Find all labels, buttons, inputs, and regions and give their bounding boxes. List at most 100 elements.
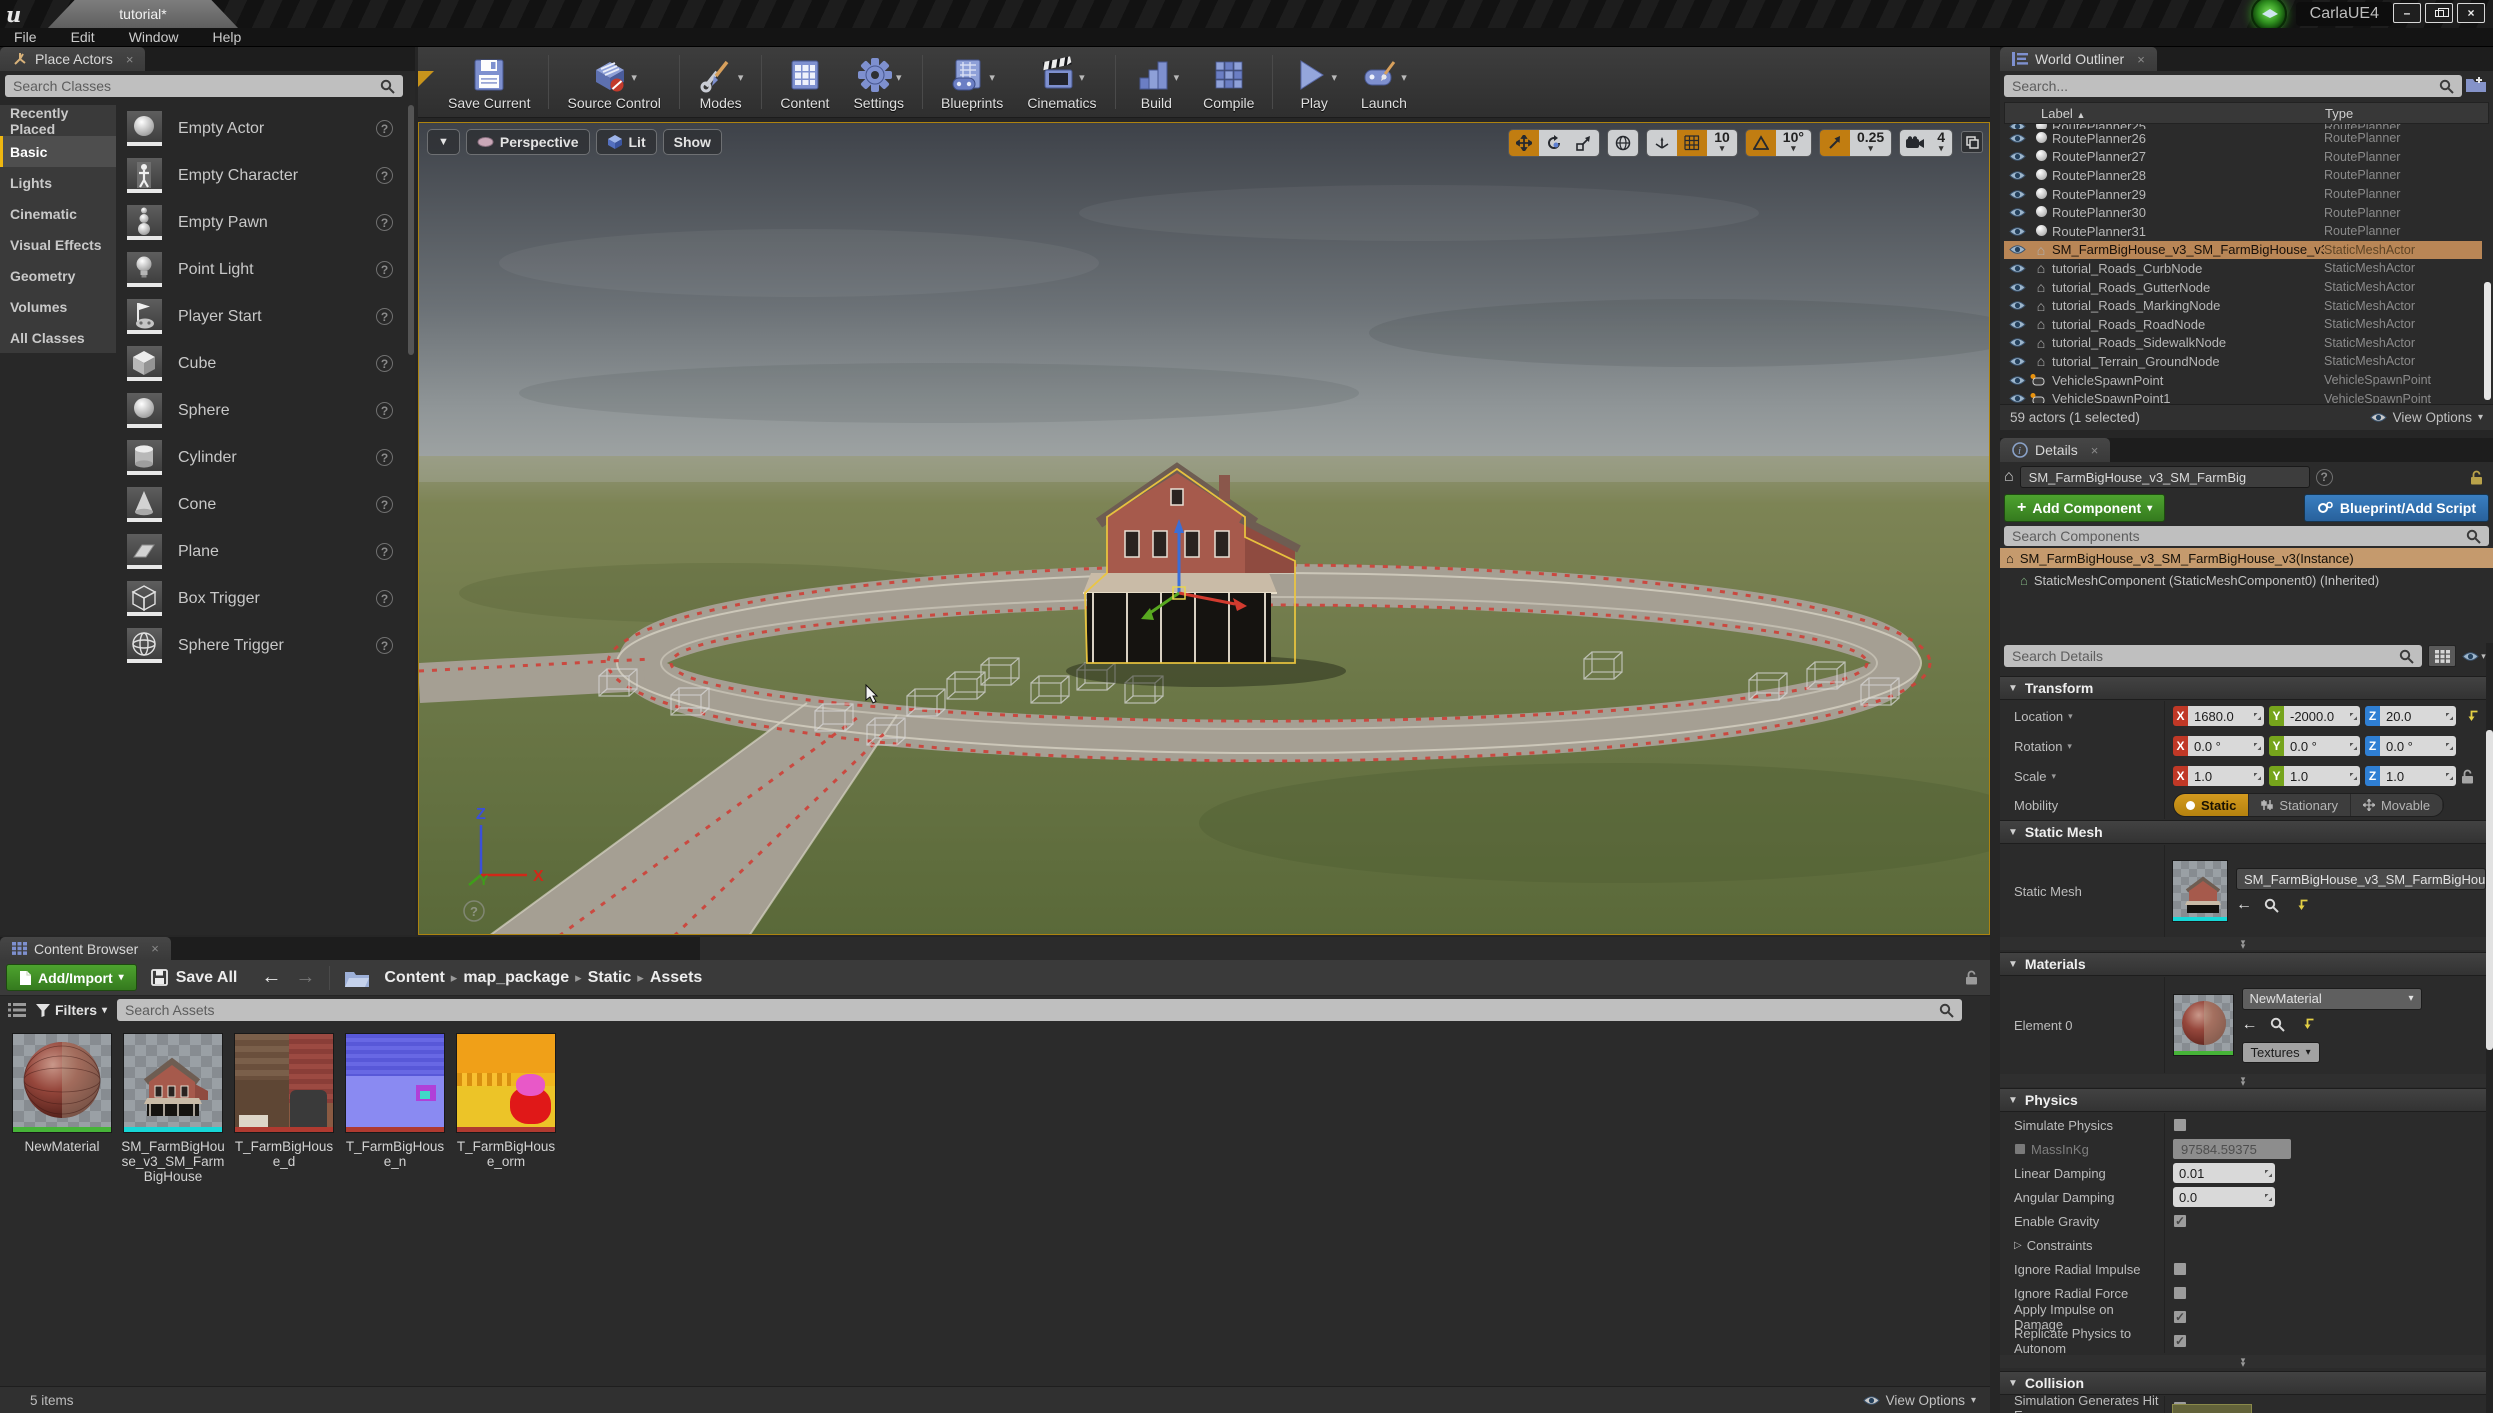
- grid-snap-toggle[interactable]: [1677, 130, 1707, 156]
- forward-button[interactable]: →: [295, 966, 315, 989]
- property-label[interactable]: Linear Damping: [2000, 1161, 2165, 1185]
- search-details-input[interactable]: Search Details: [2004, 645, 2422, 667]
- outliner-row-tutorial_roads_gutternode[interactable]: ⌂ tutorial_Roads_GutterNode StaticMeshAc…: [2004, 278, 2482, 297]
- menu-window[interactable]: Window: [129, 29, 179, 45]
- outliner-row-tutorial_roads_curbnode[interactable]: ⌂ tutorial_Roads_CurbNode StaticMeshActo…: [2004, 259, 2482, 278]
- scale-label[interactable]: Scale▾: [2000, 761, 2165, 791]
- material-thumbnail[interactable]: [2173, 994, 2234, 1056]
- restore-button[interactable]: [2425, 3, 2453, 23]
- visibility-eye-icon[interactable]: [2004, 151, 2030, 162]
- element-0-label[interactable]: Element 0: [2000, 977, 2165, 1073]
- visibility-eye-icon[interactable]: [2004, 337, 2030, 348]
- menu-file[interactable]: File: [14, 29, 37, 45]
- category-visual-effects[interactable]: Visual Effects: [0, 229, 116, 260]
- column-label[interactable]: Label: [2041, 106, 2073, 121]
- help-icon[interactable]: ?: [376, 590, 393, 607]
- mobility-movable-button[interactable]: Movable: [2351, 794, 2443, 816]
- toolbar-build-button[interactable]: ▾Build: [1122, 52, 1192, 113]
- help-icon[interactable]: ?: [376, 543, 393, 560]
- rotation-x-field[interactable]: X0.0 °: [2173, 736, 2264, 756]
- asset-t_farmbighouse_d[interactable]: T_FarmBigHouse_d: [234, 1033, 334, 1184]
- breadcrumb-content[interactable]: Content: [384, 969, 444, 987]
- reset-to-default-icon[interactable]: [2303, 1018, 2316, 1031]
- category-geometry[interactable]: Geometry: [0, 260, 116, 291]
- place-item-cylinder[interactable]: Cylinder ?: [117, 434, 407, 481]
- location-label[interactable]: Location▾: [2000, 701, 2165, 731]
- ignore-radial-impulse-checkbox[interactable]: [2173, 1262, 2187, 1276]
- outliner-row-routeplanner29[interactable]: RoutePlanner29 RoutePlanner: [2004, 185, 2482, 204]
- close-button[interactable]: ×: [2457, 3, 2485, 23]
- help-icon[interactable]: ?: [376, 637, 393, 654]
- tab-world-outliner[interactable]: World Outliner ×: [2000, 47, 2157, 71]
- rotation-z-field[interactable]: Z0.0 °: [2365, 736, 2456, 756]
- outliner-row-sm_farmbighouse_v3_sm_farmbighouse_v3[interactable]: ⌂ SM_FarmBigHouse_v3_SM_FarmBigHouse_v3 …: [2004, 241, 2482, 260]
- place-item-sphere-trigger[interactable]: Sphere Trigger ?: [117, 622, 407, 669]
- find-in-browser-icon[interactable]: [2270, 1017, 2285, 1032]
- linear-damping-field[interactable]: 0.01: [2173, 1163, 2275, 1183]
- outliner-row-vehiclespawnpoint[interactable]: VehicleSpawnPoint VehicleSpawnPoint: [2004, 371, 2482, 390]
- scale-x-field[interactable]: X1.0: [2173, 766, 2264, 786]
- outliner-view-options-button[interactable]: View Options ▾: [2370, 410, 2483, 425]
- rotation-y-field[interactable]: Y0.0 °: [2269, 736, 2360, 756]
- help-icon[interactable]: ?: [376, 120, 393, 137]
- outliner-row-routeplanner31[interactable]: RoutePlanner31 RoutePlanner: [2004, 222, 2482, 241]
- category-all-classes[interactable]: All Classes: [0, 322, 116, 353]
- place-item-sphere[interactable]: Sphere ?: [117, 387, 407, 434]
- section-transform[interactable]: ▼Transform: [2000, 676, 2486, 700]
- outliner-search-input[interactable]: Search...: [2004, 75, 2462, 97]
- visibility-eye-icon[interactable]: [2004, 124, 2030, 129]
- expand-section-chevron[interactable]: ▾▾: [2000, 937, 2486, 950]
- component-inherited-row[interactable]: ⌂ StaticMeshComponent (StaticMeshCompone…: [2020, 570, 2493, 590]
- static-mesh-dropdown[interactable]: SM_FarmBigHouse_v3_SM_FarmBigHous▾: [2236, 868, 2486, 890]
- outliner-column-header[interactable]: Label ▲ Type: [2004, 102, 2489, 124]
- maximize-viewport-button[interactable]: [1961, 131, 1983, 153]
- viewport-options-dropdown[interactable]: ▼: [427, 129, 460, 155]
- viewport[interactable]: Z X Y ? ▼ Perspective Lit Show: [418, 122, 1990, 935]
- toolbar-cinematics-button[interactable]: ▾Cinematics: [1015, 52, 1108, 113]
- category-volumes[interactable]: Volumes: [0, 291, 116, 322]
- find-in-browser-icon[interactable]: [2264, 898, 2279, 913]
- browse-to-asset-icon[interactable]: ←: [2242, 1016, 2258, 1034]
- help-icon[interactable]: ?: [376, 402, 393, 419]
- property-label[interactable]: ▷Constraints: [2000, 1233, 2165, 1257]
- toolbar-play-button[interactable]: ▾Play: [1279, 52, 1349, 113]
- close-icon[interactable]: ×: [2091, 443, 2099, 458]
- surface-snap-button[interactable]: [1647, 130, 1677, 156]
- close-icon[interactable]: ×: [2137, 52, 2145, 67]
- visibility-eye-icon[interactable]: [2004, 263, 2030, 274]
- scale-z-field[interactable]: Z1.0: [2365, 766, 2456, 786]
- category-recently-placed[interactable]: Recently Placed: [0, 105, 116, 136]
- grid-snap-value-button[interactable]: 10▾: [1707, 130, 1737, 156]
- visibility-eye-icon[interactable]: [2004, 282, 2030, 293]
- enable-gravity-checkbox[interactable]: ✓: [2173, 1214, 2187, 1228]
- world-local-space-button[interactable]: [1608, 130, 1638, 156]
- expand-section-chevron[interactable]: ▾▾: [2000, 1355, 2486, 1368]
- toolbar-launch-button[interactable]: ▾Launch: [1349, 52, 1419, 113]
- visibility-eye-icon[interactable]: [2004, 226, 2030, 237]
- outliner-row-tutorial_roads_markingnode[interactable]: ⌂ tutorial_Roads_MarkingNode StaticMeshA…: [2004, 296, 2482, 315]
- property-label[interactable]: Simulate Physics: [2000, 1113, 2165, 1137]
- rotation-snap-value-button[interactable]: 10°▾: [1776, 130, 1811, 156]
- visibility-eye-icon[interactable]: [2004, 375, 2030, 386]
- help-icon[interactable]: ?: [376, 355, 393, 372]
- tab-place-actors[interactable]: Place Actors ×: [0, 47, 145, 71]
- add-component-button[interactable]: + Add Component ▾: [2004, 494, 2165, 522]
- section-static-mesh[interactable]: ▼Static Mesh: [2000, 820, 2486, 844]
- toolbar-modes-button[interactable]: ▾Modes: [686, 52, 756, 113]
- perspective-button[interactable]: Perspective: [466, 129, 590, 155]
- material-dropdown[interactable]: NewMaterial▾: [2242, 988, 2422, 1010]
- textures-dropdown-button[interactable]: Textures▾: [2242, 1042, 2320, 1063]
- show-menu-button[interactable]: Show: [663, 129, 722, 155]
- help-icon[interactable]: ?: [376, 214, 393, 231]
- property-label[interactable]: Ignore Radial Impulse: [2000, 1257, 2165, 1281]
- scale-snap-toggle[interactable]: [1820, 130, 1850, 156]
- simulation-generates-hit-label[interactable]: Simulation Generates Hit Ever: [2000, 1396, 2165, 1413]
- help-icon[interactable]: ?: [376, 449, 393, 466]
- menu-help[interactable]: Help: [212, 29, 241, 45]
- category-lights[interactable]: Lights: [0, 167, 116, 198]
- minimize-button[interactable]: –: [2393, 3, 2421, 23]
- place-item-player-start[interactable]: Player Start ?: [117, 293, 407, 340]
- reset-to-default-icon[interactable]: [2467, 710, 2480, 723]
- ignore-radial-force-checkbox[interactable]: [2173, 1286, 2187, 1300]
- toolbar-blueprints-button[interactable]: ▾Blueprints: [929, 52, 1015, 113]
